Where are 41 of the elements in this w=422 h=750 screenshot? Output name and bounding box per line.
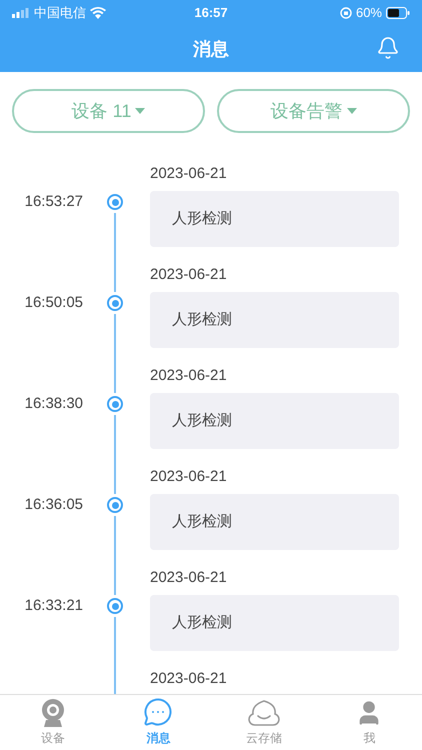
rotation-lock-icon: [340, 7, 352, 19]
tab-bar-item[interactable]: 我: [316, 695, 422, 750]
event-message: 人形检测: [172, 512, 232, 532]
event-date: 2023-06-21: [150, 467, 228, 487]
event-card[interactable]: 人形检测: [150, 595, 399, 651]
event-date: 2023-06-21: [150, 265, 228, 285]
event-message: 人形检测: [172, 612, 232, 633]
tab-bar-item[interactable]: 设备: [0, 695, 106, 750]
event-time: 16:33:21: [24, 596, 84, 616]
tab-bar-item[interactable]: 消息: [106, 695, 211, 750]
chat-bubble-icon: [143, 697, 174, 727]
filter-dropdown[interactable]: 设备 11: [12, 89, 205, 133]
battery-icon: [386, 7, 410, 19]
event-card[interactable]: 人形检测: [150, 393, 399, 449]
event-time: 16:50:05: [24, 293, 84, 313]
caret-icon: [135, 108, 146, 114]
wifi-icon: [90, 7, 106, 19]
webcam-icon: [40, 699, 65, 727]
event-date: 2023-06-21: [150, 568, 228, 588]
event-date: 2023-06-21: [150, 669, 228, 689]
carrier-name: 中国电信: [34, 4, 86, 22]
tab-bar-item[interactable]: 云存储: [211, 695, 316, 750]
caret-icon: [346, 108, 356, 114]
event-message: 人形检测: [172, 208, 232, 229]
cloud-icon: [246, 699, 282, 727]
event-card[interactable]: 人形检测: [150, 191, 399, 247]
battery-percent: 60%: [356, 4, 382, 22]
event-date: 2023-06-21: [150, 366, 228, 386]
event-time: 16:38:30: [24, 394, 84, 414]
filter-dropdown[interactable]: 设备告警: [217, 89, 410, 133]
event-date: 2023-06-21: [150, 164, 228, 184]
event-time: 16:53:27: [24, 192, 84, 212]
clock-time: 16:57: [194, 4, 228, 22]
notification-bell-icon[interactable]: [376, 36, 400, 60]
event-message: 人形检测: [172, 410, 232, 431]
event-time: 16:36:05: [24, 495, 84, 515]
event-message: 人形检测: [172, 310, 232, 330]
event-card[interactable]: 人形检测: [150, 494, 399, 550]
page-title: 消息: [193, 38, 229, 60]
event-card[interactable]: 人形检测: [150, 292, 399, 348]
signal-icon: [12, 8, 30, 18]
